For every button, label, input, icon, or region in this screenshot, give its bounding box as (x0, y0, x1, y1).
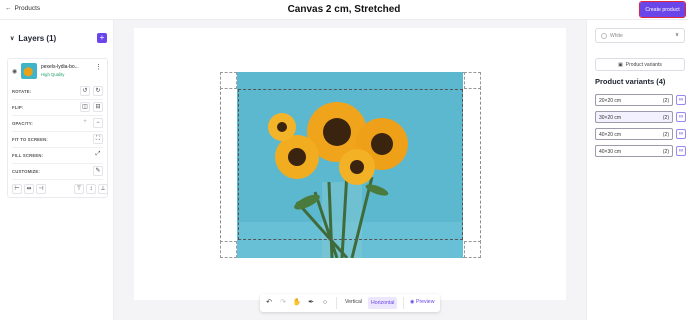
align-middle-icon[interactable]: ↕ (86, 184, 96, 194)
safe-area-outline (238, 89, 463, 240)
variant-item[interactable]: 20×20 cm (2) (595, 94, 673, 106)
canvas-toolbar: ↶ ↷ ✋ ✒ ○ Vertical Horizontal ◉ Preview (260, 294, 440, 312)
divider (336, 297, 337, 309)
divider (403, 297, 404, 309)
corner-mask (464, 72, 481, 89)
eyedropper-icon[interactable]: ✒ (306, 298, 316, 308)
hand-icon[interactable]: ✋ (292, 298, 302, 308)
divider (12, 115, 103, 116)
variant-count: (2) (662, 97, 669, 104)
layer-thumbnail (21, 63, 37, 79)
layer-quality: High Quality (41, 72, 65, 77)
variant-count: (2) (662, 114, 669, 121)
vertical-toggle[interactable]: Vertical (345, 299, 362, 305)
divider (12, 179, 103, 180)
horizontal-toggle[interactable]: Horizontal (368, 297, 398, 309)
fill-screen-icon[interactable]: ⤢ (93, 150, 103, 160)
rotate-label: ROTATE: (12, 89, 32, 94)
flip-horizontal-icon[interactable]: ◫ (80, 102, 90, 112)
color-select-value: White (610, 33, 623, 39)
preview-label: Preview (415, 299, 435, 305)
color-swatch (601, 33, 607, 39)
opacity-plus-icon[interactable]: + (80, 118, 90, 128)
create-product-button[interactable]: Create product (638, 0, 687, 19)
align-right-icon[interactable]: ⊣ (36, 184, 46, 194)
rotate-left-icon[interactable]: ↺ (80, 86, 90, 96)
link-icon[interactable]: ∞ (676, 112, 686, 122)
variant-count: (2) (662, 131, 669, 138)
corner-mask (464, 241, 481, 258)
divider (12, 99, 103, 100)
variant-item[interactable]: 30×20 cm (2) (595, 111, 673, 123)
page-title: Canvas 2 cm, Stretched (287, 4, 401, 15)
corner-mask (220, 72, 237, 89)
chevron-down-icon: ∨ (674, 32, 679, 38)
customize-label: CUSTOMIZE: (12, 169, 40, 174)
opacity-label: OPACITY: (12, 121, 33, 126)
variant-label: 20×20 cm (599, 97, 622, 104)
divider (12, 163, 103, 164)
layers-title: Layers (1) (18, 34, 57, 43)
layer-card: ◉ pexels-lydia-bo... High Quality ⋮ ROTA… (7, 58, 108, 198)
add-layer-button[interactable]: + (97, 33, 107, 43)
align-center-horizontal-icon[interactable]: ⇹ (24, 184, 34, 194)
divider (12, 131, 103, 132)
variant-count: (2) (662, 148, 669, 155)
variant-item[interactable]: 40×30 cm (2) (595, 145, 673, 157)
align-top-icon[interactable]: ⊤ (74, 184, 84, 194)
product-panel: White ∨ ▣ Product variants Product varia… (586, 20, 688, 320)
variant-label: 30×20 cm (599, 114, 622, 121)
link-icon[interactable]: ∞ (676, 95, 686, 105)
link-icon[interactable]: ∞ (676, 129, 686, 139)
opacity-minus-icon[interactable]: − (93, 118, 103, 128)
layers-header[interactable]: ∨ Layers (1) (10, 34, 56, 43)
product-variants-label: Product variants (625, 61, 662, 68)
flip-vertical-icon[interactable]: ⊟ (93, 102, 103, 112)
top-bar: ← Products Canvas 2 cm, Stretched Create… (0, 0, 688, 20)
layer-item[interactable]: ◉ pexels-lydia-bo... High Quality ⋮ (8, 59, 107, 83)
product-variants-button[interactable]: ▣ Product variants (595, 58, 685, 71)
preview-button[interactable]: ◉ Preview (410, 299, 434, 305)
layer-name: pexels-lydia-bo... (41, 64, 79, 70)
variant-label: 40×20 cm (599, 131, 622, 138)
color-select[interactable]: White ∨ (595, 28, 685, 43)
align-left-icon[interactable]: ⊢ (12, 184, 22, 194)
edit-icon[interactable]: ✎ (93, 166, 103, 176)
variant-label: 40×30 cm (599, 148, 622, 155)
eye-icon: ◉ (410, 299, 415, 305)
fit-to-screen-label: FIT TO SCREEN: (12, 137, 48, 142)
link-icon[interactable]: ∞ (676, 146, 686, 156)
align-bottom-icon[interactable]: ⊥ (98, 184, 108, 194)
lock-icon: ▣ (618, 61, 623, 68)
flip-label: FLIP: (12, 105, 24, 110)
rotate-right-icon[interactable]: ↻ (93, 86, 103, 96)
circle-icon[interactable]: ○ (320, 298, 330, 308)
chevron-down-icon: ∨ (10, 36, 15, 42)
eye-icon[interactable]: ◉ (12, 68, 17, 75)
undo-icon[interactable]: ↶ (264, 298, 274, 308)
more-options-icon[interactable]: ⋮ (95, 64, 102, 71)
corner-mask (220, 241, 237, 258)
variants-title: Product variants (4) (595, 77, 666, 86)
variant-item[interactable]: 40×20 cm (2) (595, 128, 673, 140)
divider (12, 147, 103, 148)
fill-screen-label: FILL SCREEN: (12, 153, 44, 158)
redo-icon[interactable]: ↷ (278, 298, 288, 308)
fit-to-screen-icon[interactable]: ⛶ (93, 134, 103, 144)
layers-panel: ∨ Layers (1) + ◉ pexels-lydia-bo... High… (0, 20, 114, 320)
